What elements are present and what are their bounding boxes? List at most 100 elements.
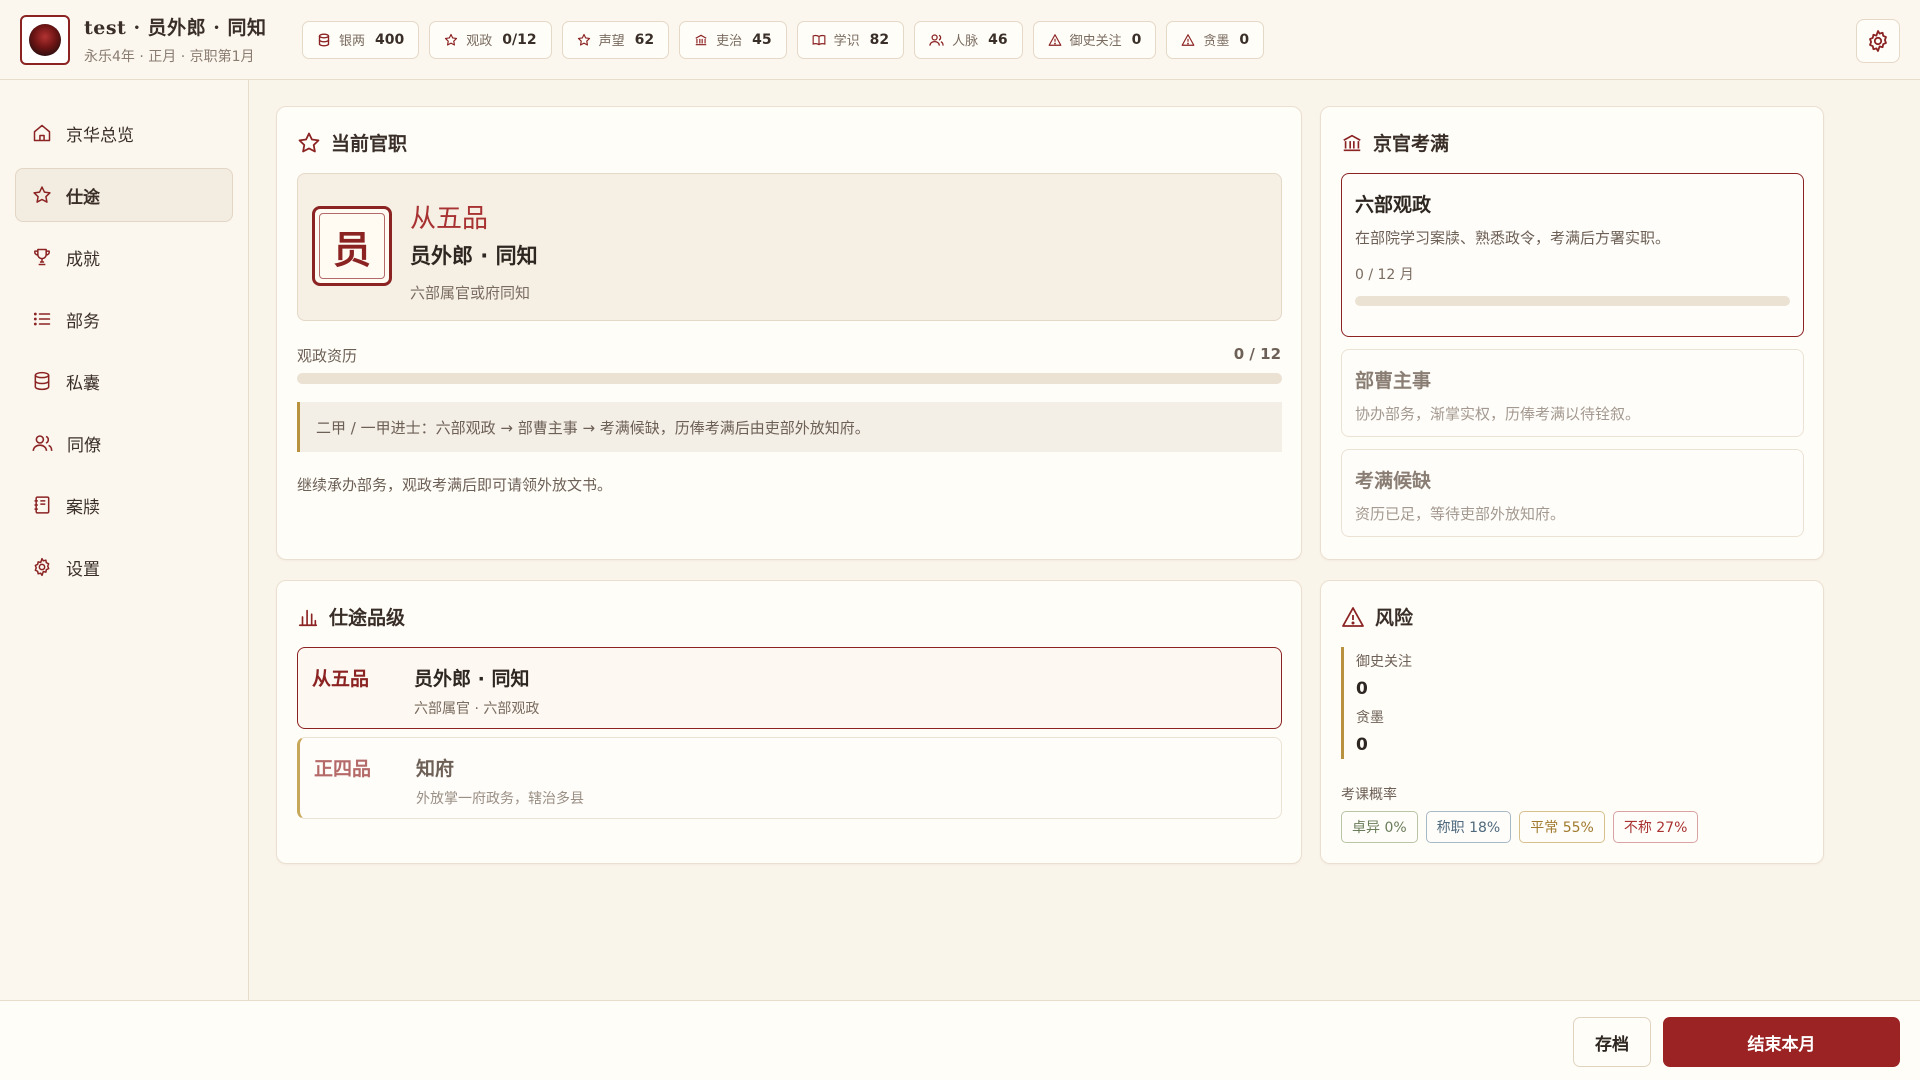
risk-value: 0 <box>1356 679 1368 699</box>
prob-chip-unfit: 不称 27% <box>1612 811 1699 843</box>
stat-learning[interactable]: 学识 82 <box>796 20 905 59</box>
stage-description: 协办部务，渐掌实权，历俸考满以待铨叙。 <box>1355 405 1641 423</box>
stage-title: 考满候缺 <box>1355 470 1432 492</box>
stage-clerk[interactable]: 部曹主事 协办部务，渐掌实权，历俸考满以待铨叙。 <box>1341 349 1804 437</box>
footer-bar: 存档 结束本月 <box>0 1000 1920 1080</box>
stat-value: 0/12 <box>502 31 537 48</box>
star-icon <box>577 33 591 47</box>
rank-row-current[interactable]: 从五品 员外郎 · 同知 六部属官 · 六部观政 <box>297 647 1282 729</box>
stat-value: 46 <box>988 31 1008 48</box>
rank-description: 外放掌一府政务，辖治多县 <box>416 791 584 807</box>
official-seal: 员 <box>312 206 392 286</box>
progress-bar <box>297 373 1282 384</box>
coins-icon <box>317 33 331 47</box>
stat-label: 学识 <box>833 34 860 49</box>
rank-row-next[interactable]: 正四品 知府 外放掌一府政务，辖治多县 <box>297 737 1282 819</box>
evaluation-probability-title: 考课概率 <box>1341 787 1397 803</box>
stat-observation[interactable]: 观政 0/12 <box>429 20 552 59</box>
card-title: 仕途品级 <box>329 607 406 629</box>
stat-value: 0 <box>1239 31 1250 48</box>
sidebar-item-label: 部务 <box>66 311 100 332</box>
prob-chip-competent: 称职 18% <box>1425 811 1512 843</box>
capital-evaluation-card: 京官考满 六部观政 在部院学习案牍、熟悉政令，考满后方署实职。 0 / 12 月… <box>1320 106 1824 560</box>
stat-corruption[interactable]: 贪墨 0 <box>1166 20 1265 59</box>
prob-chip-excellent: 卓异 0% <box>1341 811 1418 843</box>
post-summary: 员 从五品 员外郎 · 同知 六部属官或府同知 <box>297 173 1282 321</box>
stage-observation[interactable]: 六部观政 在部院学习案牍、熟悉政令，考满后方署实职。 0 / 12 月 <box>1341 173 1804 337</box>
people-icon <box>929 33 944 47</box>
evaluation-probabilities: 卓异 0% 称职 18% 平常 55% 不称 27% <box>1341 811 1699 843</box>
sidebar-item-achievements[interactable]: 成就 <box>15 230 233 284</box>
stats-bar: 银两 400 观政 0/12 声望 62 吏治 45 学识 82 人脉 46 御… <box>302 20 1265 59</box>
career-ranks-card: 仕途品级 从五品 员外郎 · 同知 六部属官 · 六部观政 正四品 知府 外放掌… <box>276 580 1302 864</box>
sidebar-item-colleagues[interactable]: 同僚 <box>15 416 233 470</box>
sidebar-item-purse[interactable]: 私囊 <box>15 354 233 408</box>
sidebar-item-label: 京华总览 <box>66 125 134 146</box>
stat-label: 御史关注 <box>1069 34 1122 49</box>
sidebar-item-career[interactable]: 仕途 <box>15 168 233 222</box>
book-icon <box>812 33 826 47</box>
rank-grade: 从五品 <box>410 204 489 234</box>
trophy-icon <box>32 247 52 267</box>
risk-label: 御史关注 <box>1356 654 1412 670</box>
risk-label: 贪墨 <box>1356 710 1384 726</box>
stage-progress-text: 0 / 12 月 <box>1355 267 1414 283</box>
sidebar-item-label: 私囊 <box>66 373 100 394</box>
sidebar-item-settings[interactable]: 设置 <box>15 540 233 594</box>
stat-label: 贪墨 <box>1203 34 1230 49</box>
card-header: 风险 <box>1341 603 1413 630</box>
bank-icon <box>694 33 708 47</box>
stat-label: 银两 <box>339 34 366 49</box>
warning-icon <box>1181 33 1195 47</box>
stat-connections[interactable]: 人脉 46 <box>914 20 1023 59</box>
stat-censor-attention[interactable]: 御史关注 0 <box>1032 20 1157 59</box>
bar-chart-icon <box>297 606 319 628</box>
stat-silver[interactable]: 银两 400 <box>302 20 420 59</box>
seal-character: 员 <box>332 226 371 272</box>
star-icon <box>32 185 52 205</box>
database-icon <box>32 371 52 391</box>
stage-title: 部曹主事 <box>1355 370 1432 392</box>
stage-awaiting[interactable]: 考满候缺 资历已足，等待吏部外放知府。 <box>1341 449 1804 537</box>
sidebar-item-label: 设置 <box>66 559 100 580</box>
stat-value: 82 <box>869 31 890 48</box>
card-header: 京官考满 <box>1341 129 1449 156</box>
stage-description: 资历已足，等待吏部外放知府。 <box>1355 505 1566 523</box>
avatar[interactable] <box>20 14 70 65</box>
star-icon <box>297 131 321 155</box>
sidebar-item-affairs[interactable]: 部务 <box>15 292 233 346</box>
next-step-hint: 继续承办部务，观政考满后即可请领外放文书。 <box>297 476 613 494</box>
stage-description: 在部院学习案牍、熟悉政令，考满后方署实职。 <box>1355 229 1671 247</box>
sidebar-item-label: 案牍 <box>66 497 100 518</box>
stat-value: 0 <box>1131 31 1142 48</box>
stat-label: 观政 <box>466 34 493 49</box>
rank-description: 六部属官 · 六部观政 <box>414 701 540 717</box>
risk-value: 0 <box>1356 735 1368 755</box>
star-icon <box>444 33 458 47</box>
card-title: 当前官职 <box>331 133 408 155</box>
sidebar-item-overview[interactable]: 京华总览 <box>15 106 233 160</box>
rank-title: 员外郎 · 同知 <box>414 668 530 690</box>
top-bar: test · 员外郎 · 同知 永乐4年 · 正月 · 京职第1月 银两 400… <box>0 0 1920 80</box>
sidebar-item-documents[interactable]: 案牍 <box>15 478 233 532</box>
page-title: test · 员外郎 · 同知 <box>84 17 267 39</box>
stat-governance[interactable]: 吏治 45 <box>679 20 787 59</box>
end-month-button[interactable]: 结束本月 <box>1663 1017 1900 1067</box>
stat-label: 吏治 <box>716 34 743 49</box>
prob-chip-ordinary: 平常 55% <box>1519 811 1605 843</box>
people-icon <box>32 433 53 453</box>
warning-icon <box>1341 605 1365 629</box>
post-description: 六部属官或府同知 <box>410 284 531 302</box>
avatar-emblem <box>29 23 61 56</box>
sidebar-item-label: 成就 <box>66 249 100 270</box>
sidebar-item-label: 同僚 <box>67 435 101 456</box>
save-button[interactable]: 存档 <box>1573 1017 1651 1067</box>
rank-grade: 从五品 <box>312 668 370 690</box>
stage-progress-bar <box>1355 296 1790 306</box>
rank-title: 知府 <box>416 758 455 780</box>
card-title: 风险 <box>1375 607 1414 629</box>
rank-grade: 正四品 <box>314 758 372 780</box>
risk-list: 御史关注 0 贪墨 0 <box>1341 647 1641 759</box>
settings-button[interactable] <box>1856 19 1900 63</box>
stat-prestige[interactable]: 声望 62 <box>561 20 670 59</box>
